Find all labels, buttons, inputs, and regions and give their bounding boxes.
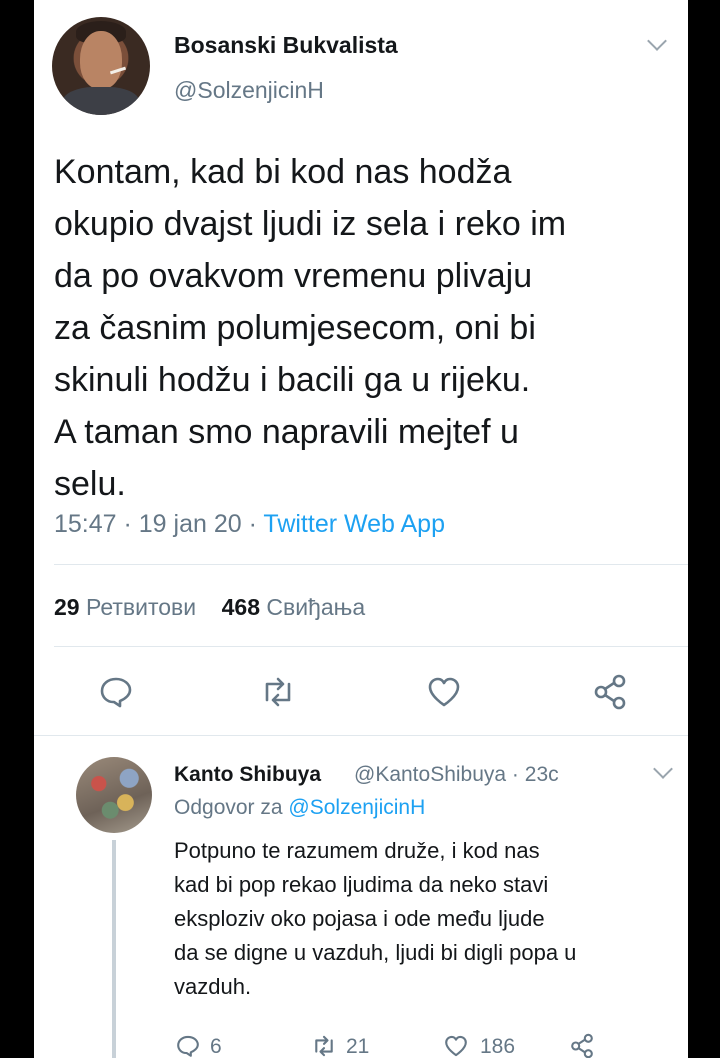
chevron-down-icon[interactable] xyxy=(653,759,673,779)
tweet-meta: 15:47 · 19 jan 20 · Twitter Web App xyxy=(54,510,445,538)
heart-icon[interactable] xyxy=(424,672,464,712)
reply-author-handle[interactable]: @KantoShibuya xyxy=(354,763,506,786)
retweet-icon xyxy=(315,1035,333,1057)
divider xyxy=(34,735,688,736)
tweet-source-link[interactable]: Twitter Web App xyxy=(263,510,445,538)
reply-like-count: 186 xyxy=(480,1035,516,1058)
share-icon xyxy=(571,1033,593,1058)
reply-author-meta: @KantoShibuya · 23c xyxy=(354,763,559,786)
tweet-time: 15:47 xyxy=(54,510,117,538)
reply-reply-count: 6 xyxy=(210,1035,222,1058)
likes-count[interactable]: 468 xyxy=(222,594,260,620)
reply-author-avatar[interactable] xyxy=(76,757,152,833)
tweet-date: 19 jan 20 xyxy=(138,510,242,538)
reply-author-name[interactable]: Kanto Shibuya xyxy=(174,763,321,787)
tweet-detail-card: Bosanski Bukvalista @SolzenjicinH Kontam… xyxy=(34,0,688,1058)
replying-to-label: Odgovor za xyxy=(174,796,283,819)
heart-icon xyxy=(445,1035,467,1057)
reply-text: Potpuno te razumem druže, i kod nas kad … xyxy=(174,838,577,999)
reply-icon xyxy=(177,1035,199,1057)
chevron-down-icon[interactable] xyxy=(647,31,667,51)
divider xyxy=(54,646,688,647)
retweet-icon[interactable] xyxy=(258,672,298,712)
retweets-label[interactable]: Ретвитови xyxy=(86,594,196,620)
tweet-stats: 29 Ретвитови 468 Свиђања xyxy=(54,594,365,621)
thread-line xyxy=(112,840,116,1058)
replying-to: Odgovor za @SolzenjicinH xyxy=(174,796,425,820)
divider xyxy=(54,564,688,565)
author-name[interactable]: Bosanski Bukvalista xyxy=(174,32,398,59)
author-avatar[interactable] xyxy=(52,17,150,115)
share-icon[interactable] xyxy=(590,672,630,712)
replying-to-handle[interactable]: @SolzenjicinH xyxy=(288,796,425,819)
reply-icon[interactable] xyxy=(96,672,136,712)
tweet-text: Kontam, kad bi kod nas hodža okupio dvaj… xyxy=(54,153,567,503)
author-handle[interactable]: @SolzenjicinH xyxy=(174,77,324,104)
likes-label[interactable]: Свиђања xyxy=(266,594,365,620)
retweets-count[interactable]: 29 xyxy=(54,594,80,620)
reply-retweet-count: 21 xyxy=(346,1035,370,1058)
reply-age: 23c xyxy=(524,763,559,786)
